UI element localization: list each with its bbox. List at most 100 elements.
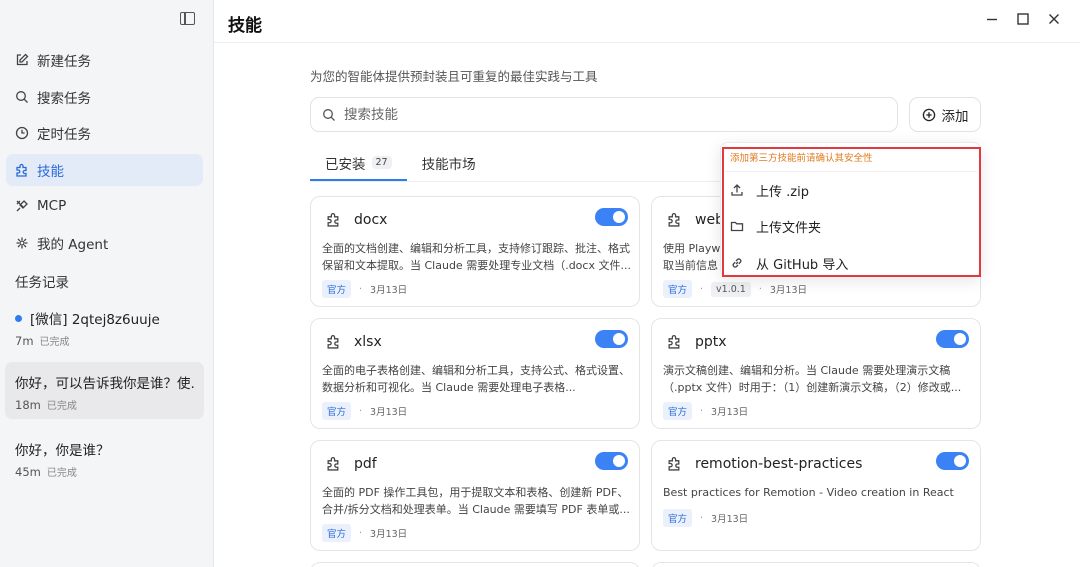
puzzle-icon [327, 335, 339, 349]
installed-count-badge: 27 [371, 156, 392, 169]
skill-enable-toggle[interactable] [936, 330, 969, 348]
meta-separator: · [359, 405, 363, 417]
option-label: 上传文件夹 [756, 220, 822, 236]
skill-date: 3月13日 [370, 529, 408, 540]
skill-enable-toggle[interactable] [595, 208, 628, 226]
tab-label: 已安装 [325, 157, 366, 173]
sidebar-item-label: 技能 [37, 163, 64, 180]
skill-enable-toggle[interactable] [936, 452, 969, 470]
add-skill-button[interactable]: 添加 [909, 97, 981, 132]
skill-card-partial[interactable] [651, 562, 981, 567]
meta-separator: · [359, 283, 363, 295]
official-badge: 官方 [322, 402, 352, 420]
sidebar-item-my-agent[interactable]: 我的 Agent [6, 227, 203, 259]
task-title: 你好，你是谁？ [15, 443, 110, 459]
sidebar-item-search-task[interactable]: 搜索任务 [6, 81, 203, 113]
skill-description: 全面的电子表格创建、编辑和分析工具，支持公式、格式设置、数据分析和可视化。当 C… [322, 364, 630, 394]
skill-description: 全面的文档创建、编辑和分析工具，支持修订跟踪、批注、格式保留和文本提取。当 Cl… [322, 242, 631, 272]
task-title: [微信] 2qtej8z6uuje [30, 312, 160, 328]
sidebar: 新建任务 搜索任务 定时任务 技能 MCP 我的 Agent 任务记录 [微信]… [0, 0, 214, 567]
sidebar-nav: 新建任务 搜索任务 定时任务 技能 MCP 我的 Agent [6, 44, 203, 263]
task-item[interactable]: 你好，你是谁？ 45m 已完成 [5, 432, 204, 486]
search-box[interactable] [310, 97, 898, 132]
skill-card-pptx[interactable]: pptx 演示文稿创建、编辑和分析。当 Claude 需要处理演示文稿（.ppt… [651, 318, 981, 429]
task-time: 18m [15, 398, 41, 412]
sidebar-item-label: 搜索任务 [37, 90, 91, 107]
maximize-icon[interactable] [1016, 12, 1030, 26]
skill-card-pdf[interactable]: pdf 全面的 PDF 操作工具包，用于提取文本和表格、创建新 PDF、合并/拆… [310, 440, 640, 551]
task-title-row: [微信] 2qtej8z6uuje [15, 308, 194, 328]
upload-icon [731, 184, 743, 196]
skill-name: pptx [695, 334, 727, 350]
sidebar-item-label: 新建任务 [37, 54, 91, 70]
edit-icon [15, 53, 29, 67]
sidebar-item-scheduled-task[interactable]: 定时任务 [6, 117, 203, 149]
search-icon [15, 90, 29, 104]
skill-meta: 官方 · 3月13日 [322, 280, 407, 298]
minimize-icon[interactable] [985, 12, 999, 26]
header-divider [214, 42, 1080, 43]
skill-description: 使用 Playw 取当前信息 [663, 242, 721, 272]
sidebar-item-skills[interactable]: 技能 [6, 153, 203, 186]
sidebar-item-new-task[interactable]: 新建任务 [6, 44, 203, 76]
puzzle-icon [327, 457, 339, 471]
skill-meta: 官方 · 3月13日 [663, 402, 748, 420]
unread-dot [15, 314, 22, 322]
sidebar-item-label: 定时任务 [37, 127, 91, 143]
page-title: 技能 [228, 16, 262, 36]
skill-enable-toggle[interactable] [595, 330, 628, 348]
skill-tabs: 已安装 27 技能市场 [310, 153, 491, 181]
task-item[interactable]: 你好，可以告诉我你是谁？使... 18m 已完成 [5, 362, 204, 419]
option-label: 上传 .zip [756, 184, 809, 200]
dropdown-divider [725, 171, 977, 172]
task-status: 已完成 [39, 337, 70, 348]
skill-card-partial[interactable] [310, 562, 640, 567]
meta-separator: · [700, 283, 704, 295]
add-button-label: 添加 [941, 108, 969, 125]
skill-date: 3月13日 [370, 407, 408, 418]
bot-icon [15, 236, 29, 250]
official-badge: 官方 [322, 524, 352, 542]
skill-name: remotion-best-practices [695, 456, 863, 472]
skill-date: 3月13日 [370, 285, 408, 296]
official-badge: 官方 [663, 509, 693, 527]
skill-date: 3月13日 [711, 514, 749, 525]
task-history-title: 任务记录 [15, 275, 69, 291]
upload-folder-option[interactable]: 上传文件夹 [730, 214, 970, 238]
tab-label: 技能市场 [421, 157, 476, 173]
close-icon[interactable] [1047, 12, 1061, 26]
upload-zip-option[interactable]: 上传 .zip [730, 178, 970, 202]
official-badge: 官方 [663, 280, 693, 298]
official-badge: 官方 [663, 402, 693, 420]
skill-card-docx[interactable]: docx 全面的文档创建、编辑和分析工具，支持修订跟踪、批注、格式保留和文本提取… [310, 196, 640, 307]
puzzle-icon [15, 163, 29, 177]
search-icon [323, 108, 335, 121]
task-time: 45m [15, 465, 41, 479]
search-input[interactable] [344, 106, 844, 123]
puzzle-icon [327, 213, 339, 227]
skill-card-xlsx[interactable]: xlsx 全面的电子表格创建、编辑和分析工具，支持公式、格式设置、数据分析和可视… [310, 318, 640, 429]
import-github-option[interactable]: 从 GitHub 导入 [730, 251, 970, 275]
skill-enable-toggle[interactable] [595, 452, 628, 470]
skill-description: 全面的 PDF 操作工具包，用于提取文本和表格、创建新 PDF、合并/拆分文档和… [322, 486, 630, 516]
skill-name: docx [354, 212, 388, 228]
tab-installed[interactable]: 已安装 27 [310, 153, 407, 181]
meta-separator: · [700, 405, 704, 417]
puzzle-icon [668, 335, 680, 349]
skill-date: 3月13日 [769, 285, 808, 296]
task-item[interactable]: [微信] 2qtej8z6uuje 7m 已完成 [5, 301, 204, 355]
skill-name: pdf [354, 456, 377, 472]
task-meta: 7m 已完成 [15, 333, 194, 348]
meta-separator: · [758, 283, 762, 295]
skill-card-remotion-best-practices[interactable]: remotion-best-practices Best practices f… [651, 440, 981, 551]
skill-meta: 官方 · v1.0.1 · 3月13日 [663, 280, 807, 298]
sidebar-item-mcp[interactable]: MCP [6, 190, 203, 222]
folder-icon [730, 221, 744, 232]
skill-date: 3月13日 [711, 407, 749, 418]
sidebar-toggle-icon[interactable] [180, 12, 195, 25]
skill-meta: 官方 · 3月13日 [322, 524, 407, 542]
tab-marketplace[interactable]: 技能市场 [407, 153, 491, 181]
link-icon [732, 258, 742, 268]
skill-description: Best practices for Remotion - Video crea… [663, 486, 954, 499]
task-title: 你好，可以告诉我你是谁？使... [15, 376, 194, 392]
